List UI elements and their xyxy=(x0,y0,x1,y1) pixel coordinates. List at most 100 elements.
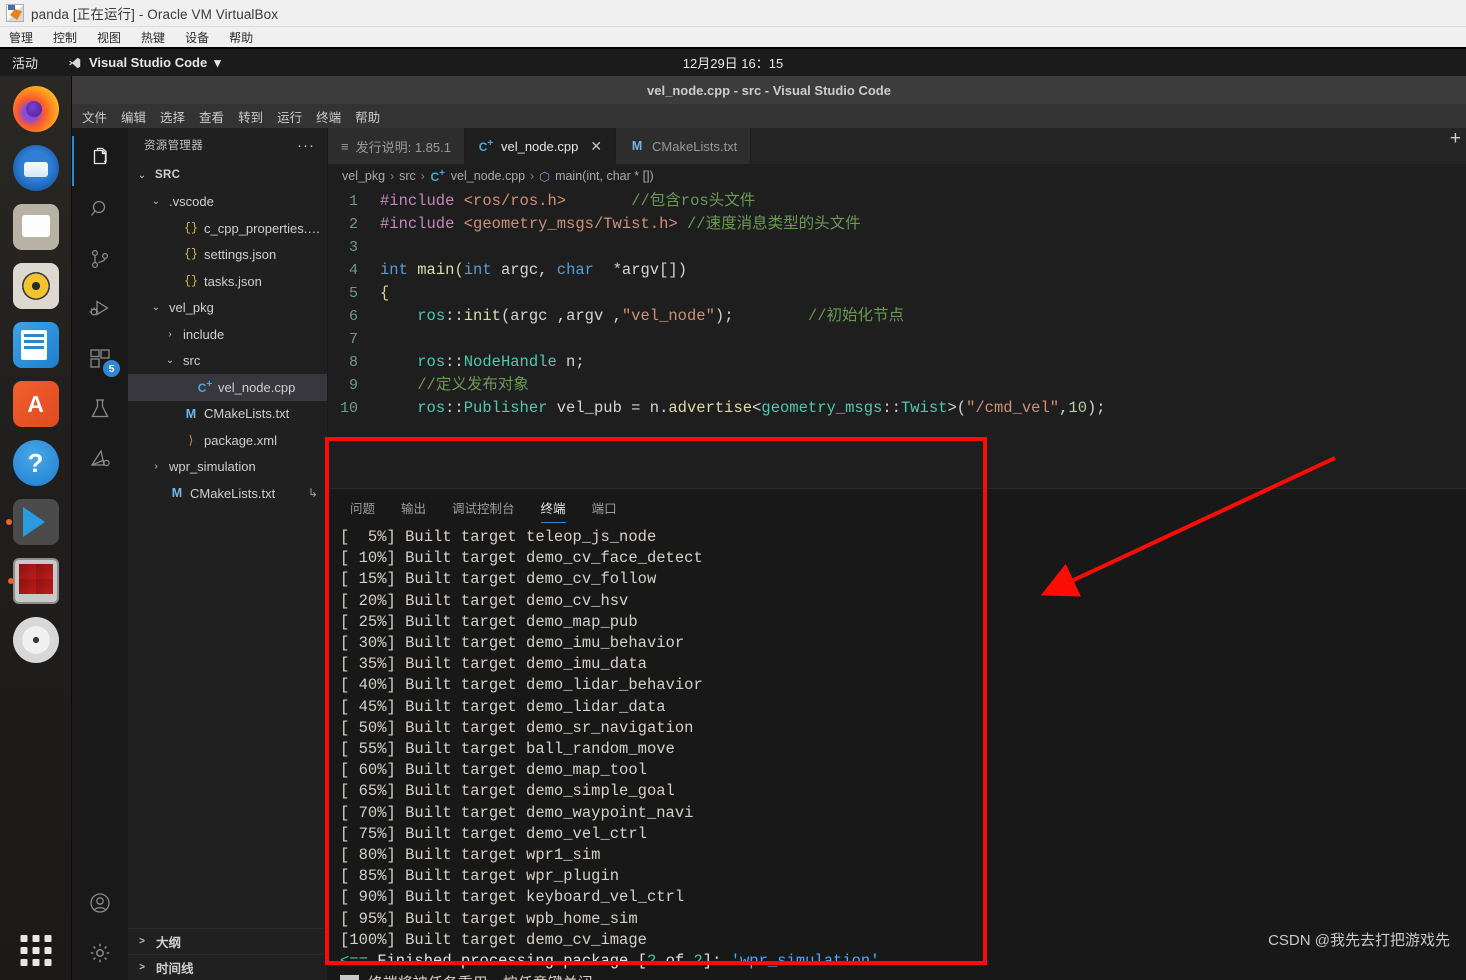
files-icon[interactable] xyxy=(12,204,59,250)
extensions-badge: 5 xyxy=(103,360,120,377)
code-token: #include xyxy=(380,215,455,233)
tree-item-label: SRC xyxy=(155,169,181,182)
tree-item-vel-pkg[interactable]: ⌄ vel_pkg xyxy=(128,295,327,322)
tree-item-settings-json[interactable]: {} settings.json xyxy=(128,242,327,269)
close-icon[interactable]: ✕ xyxy=(590,138,602,155)
activitybar-ros[interactable] xyxy=(72,436,128,486)
sidebar-section-timeline[interactable]: > 时间线 xyxy=(128,954,327,980)
app-grid-dot xyxy=(44,959,51,966)
tree-item-tasks-json[interactable]: {} tasks.json xyxy=(128,268,327,295)
app-grid-dot xyxy=(20,935,27,942)
ubuntu-software-icon[interactable] xyxy=(12,381,59,427)
breadcrumb-item-src[interactable]: src xyxy=(399,169,416,183)
tree-item-label: CMakeLists.txt xyxy=(190,485,276,501)
terminal-line: [ 90%] Built target keyboard_vel_ctrl xyxy=(340,888,685,907)
tree-item-include[interactable]: › include xyxy=(128,321,327,348)
activitybar-extensions[interactable]: 5 xyxy=(72,336,128,386)
tree-item--vscode[interactable]: ⌄ .vscode xyxy=(128,189,327,216)
sidebar-section-outline[interactable]: > 大纲 xyxy=(128,928,327,954)
panel-tab-terminal[interactable]: 终端 xyxy=(540,498,566,523)
activitybar-search[interactable] xyxy=(72,186,128,236)
ubuntu-dock xyxy=(0,76,72,980)
code-token: <ros/ros.h> xyxy=(463,192,567,210)
panel-tab-output[interactable]: 输出 xyxy=(401,498,426,523)
code-line: 3 xyxy=(328,236,1466,259)
code-line: 9 //定义发布对象 xyxy=(328,374,1466,397)
activitybar-source-control[interactable] xyxy=(72,236,128,286)
firefox-icon[interactable] xyxy=(12,86,59,132)
menu-select[interactable]: 选择 xyxy=(160,107,185,126)
vbox-menu-manage[interactable]: 管理 xyxy=(9,29,33,46)
breadcrumb-item-vel-pkg[interactable]: vel_pkg xyxy=(342,169,385,183)
terminal-line: [ 85%] Built target wpr_plugin xyxy=(340,867,620,886)
panel-tab-debug-console[interactable]: 调试控制台 xyxy=(452,498,515,523)
panel-tab-problems[interactable]: 问题 xyxy=(350,498,375,523)
tree-item-src[interactable]: ⌄ SRC xyxy=(128,162,327,189)
beaker-icon xyxy=(88,397,112,426)
menu-edit[interactable]: 编辑 xyxy=(121,107,146,126)
chevron-right-icon: › xyxy=(154,461,158,473)
tab-cmakelists-txt[interactable]: M CMakeLists.txt xyxy=(616,128,752,164)
breadcrumb-separator: › xyxy=(530,169,535,183)
terminal-finished-text: Finished processing package [ xyxy=(367,952,647,971)
line-number: 3 xyxy=(348,239,358,256)
activitybar-explorer[interactable] xyxy=(72,136,128,186)
breadcrumb-item-file[interactable]: vel_node.cpp xyxy=(451,169,525,183)
code-token: :: xyxy=(445,307,464,325)
breadcrumb-item-symbol[interactable]: main(int, char * []) xyxy=(555,169,654,183)
tree-item-package-xml[interactable]: ⟩ package.xml xyxy=(128,427,327,454)
gnome-clock[interactable]: 12月29日 16：15 xyxy=(0,53,1466,72)
libreoffice-writer-icon[interactable] xyxy=(12,322,59,368)
activitybar-accounts[interactable] xyxy=(72,880,128,930)
tree-item-cmakelists-txt[interactable]: M CMakeLists.txt ↳ xyxy=(128,480,327,507)
vbox-menu-help[interactable]: 帮助 xyxy=(229,29,253,46)
menu-help[interactable]: 帮助 xyxy=(355,107,380,126)
code-line-text: ros::NodeHandle n; xyxy=(380,351,1466,374)
code-token: vel_pub = n. xyxy=(547,399,669,417)
menu-goto[interactable]: 转到 xyxy=(238,107,263,126)
terminal-line: [ 50%] Built target demo_sr_navigation xyxy=(340,718,694,737)
code-token: Twist xyxy=(900,399,948,417)
tree-item-src[interactable]: ⌄ src xyxy=(128,348,327,375)
tab-vel-node-cpp[interactable]: C+ vel_node.cpp ✕ xyxy=(464,128,617,164)
terminal-dock-icon[interactable] xyxy=(7,558,59,604)
chevron-down-icon: ⌄ xyxy=(151,196,161,208)
split-editor-icon[interactable]: + xyxy=(1450,128,1461,150)
cmake-file-icon: M xyxy=(171,486,183,501)
vbox-menu-hotkeys[interactable]: 热键 xyxy=(141,29,165,46)
menu-file[interactable]: 文件 xyxy=(82,107,107,126)
menu-terminal[interactable]: 终端 xyxy=(316,107,341,126)
vbox-menu-control[interactable]: 控制 xyxy=(53,29,77,46)
line-number: 7 xyxy=(348,331,358,348)
vscode-menubar: 文件 编辑 选择 查看 转到 运行 终端 帮助 xyxy=(72,104,1466,128)
tab-release-notes[interactable]: ≡ 发行说明: 1.85.1 xyxy=(328,128,465,164)
terminal-line: [ 25%] Built target demo_map_pub xyxy=(340,612,638,631)
show-applications-button[interactable] xyxy=(20,935,51,966)
tree-item-cmakelists-txt[interactable]: M CMakeLists.txt xyxy=(128,401,327,428)
tree-item-vel-node-cpp[interactable]: C+ vel_node.cpp xyxy=(128,374,327,401)
vbox-menu-devices[interactable]: 设备 xyxy=(185,29,209,46)
tree-item-c-cpp-properties-j-[interactable]: {} c_cpp_properties.j... xyxy=(128,215,327,242)
cmake-file-icon: M xyxy=(185,406,197,421)
disc-icon[interactable] xyxy=(12,617,59,663)
ros-icon xyxy=(88,447,112,476)
vscode-dock-icon[interactable] xyxy=(5,499,59,545)
code-token: *argv[]) xyxy=(594,261,688,279)
running-indicator-dot xyxy=(7,578,14,584)
menu-view[interactable]: 查看 xyxy=(199,107,224,126)
activitybar-run-and-debug[interactable] xyxy=(72,286,128,336)
vbox-menu-view[interactable]: 视图 xyxy=(97,29,121,46)
cmake-icon: M xyxy=(631,139,643,153)
terminal-line: [ 60%] Built target demo_map_tool xyxy=(340,761,647,780)
activitybar-testing[interactable] xyxy=(72,386,128,436)
panel-tab-ports[interactable]: 端口 xyxy=(592,498,617,523)
thunderbird-icon[interactable] xyxy=(12,145,59,191)
menu-run[interactable]: 运行 xyxy=(277,107,302,126)
terminal-output[interactable]: [ 5%] Built target teleop_js_node [ 10%] … xyxy=(328,523,1466,980)
activitybar-settings[interactable] xyxy=(72,930,128,980)
tree-item-wpr-simulation[interactable]: › wpr_simulation xyxy=(128,454,327,481)
explorer-sidebar: 资源管理器 ··· ⌄ SRC ⌄ .vscode {} c_cpp_properties… xyxy=(128,128,328,980)
more-actions-icon[interactable]: ··· xyxy=(297,137,315,154)
rhythmbox-icon[interactable] xyxy=(12,263,59,309)
help-icon[interactable] xyxy=(12,440,59,486)
